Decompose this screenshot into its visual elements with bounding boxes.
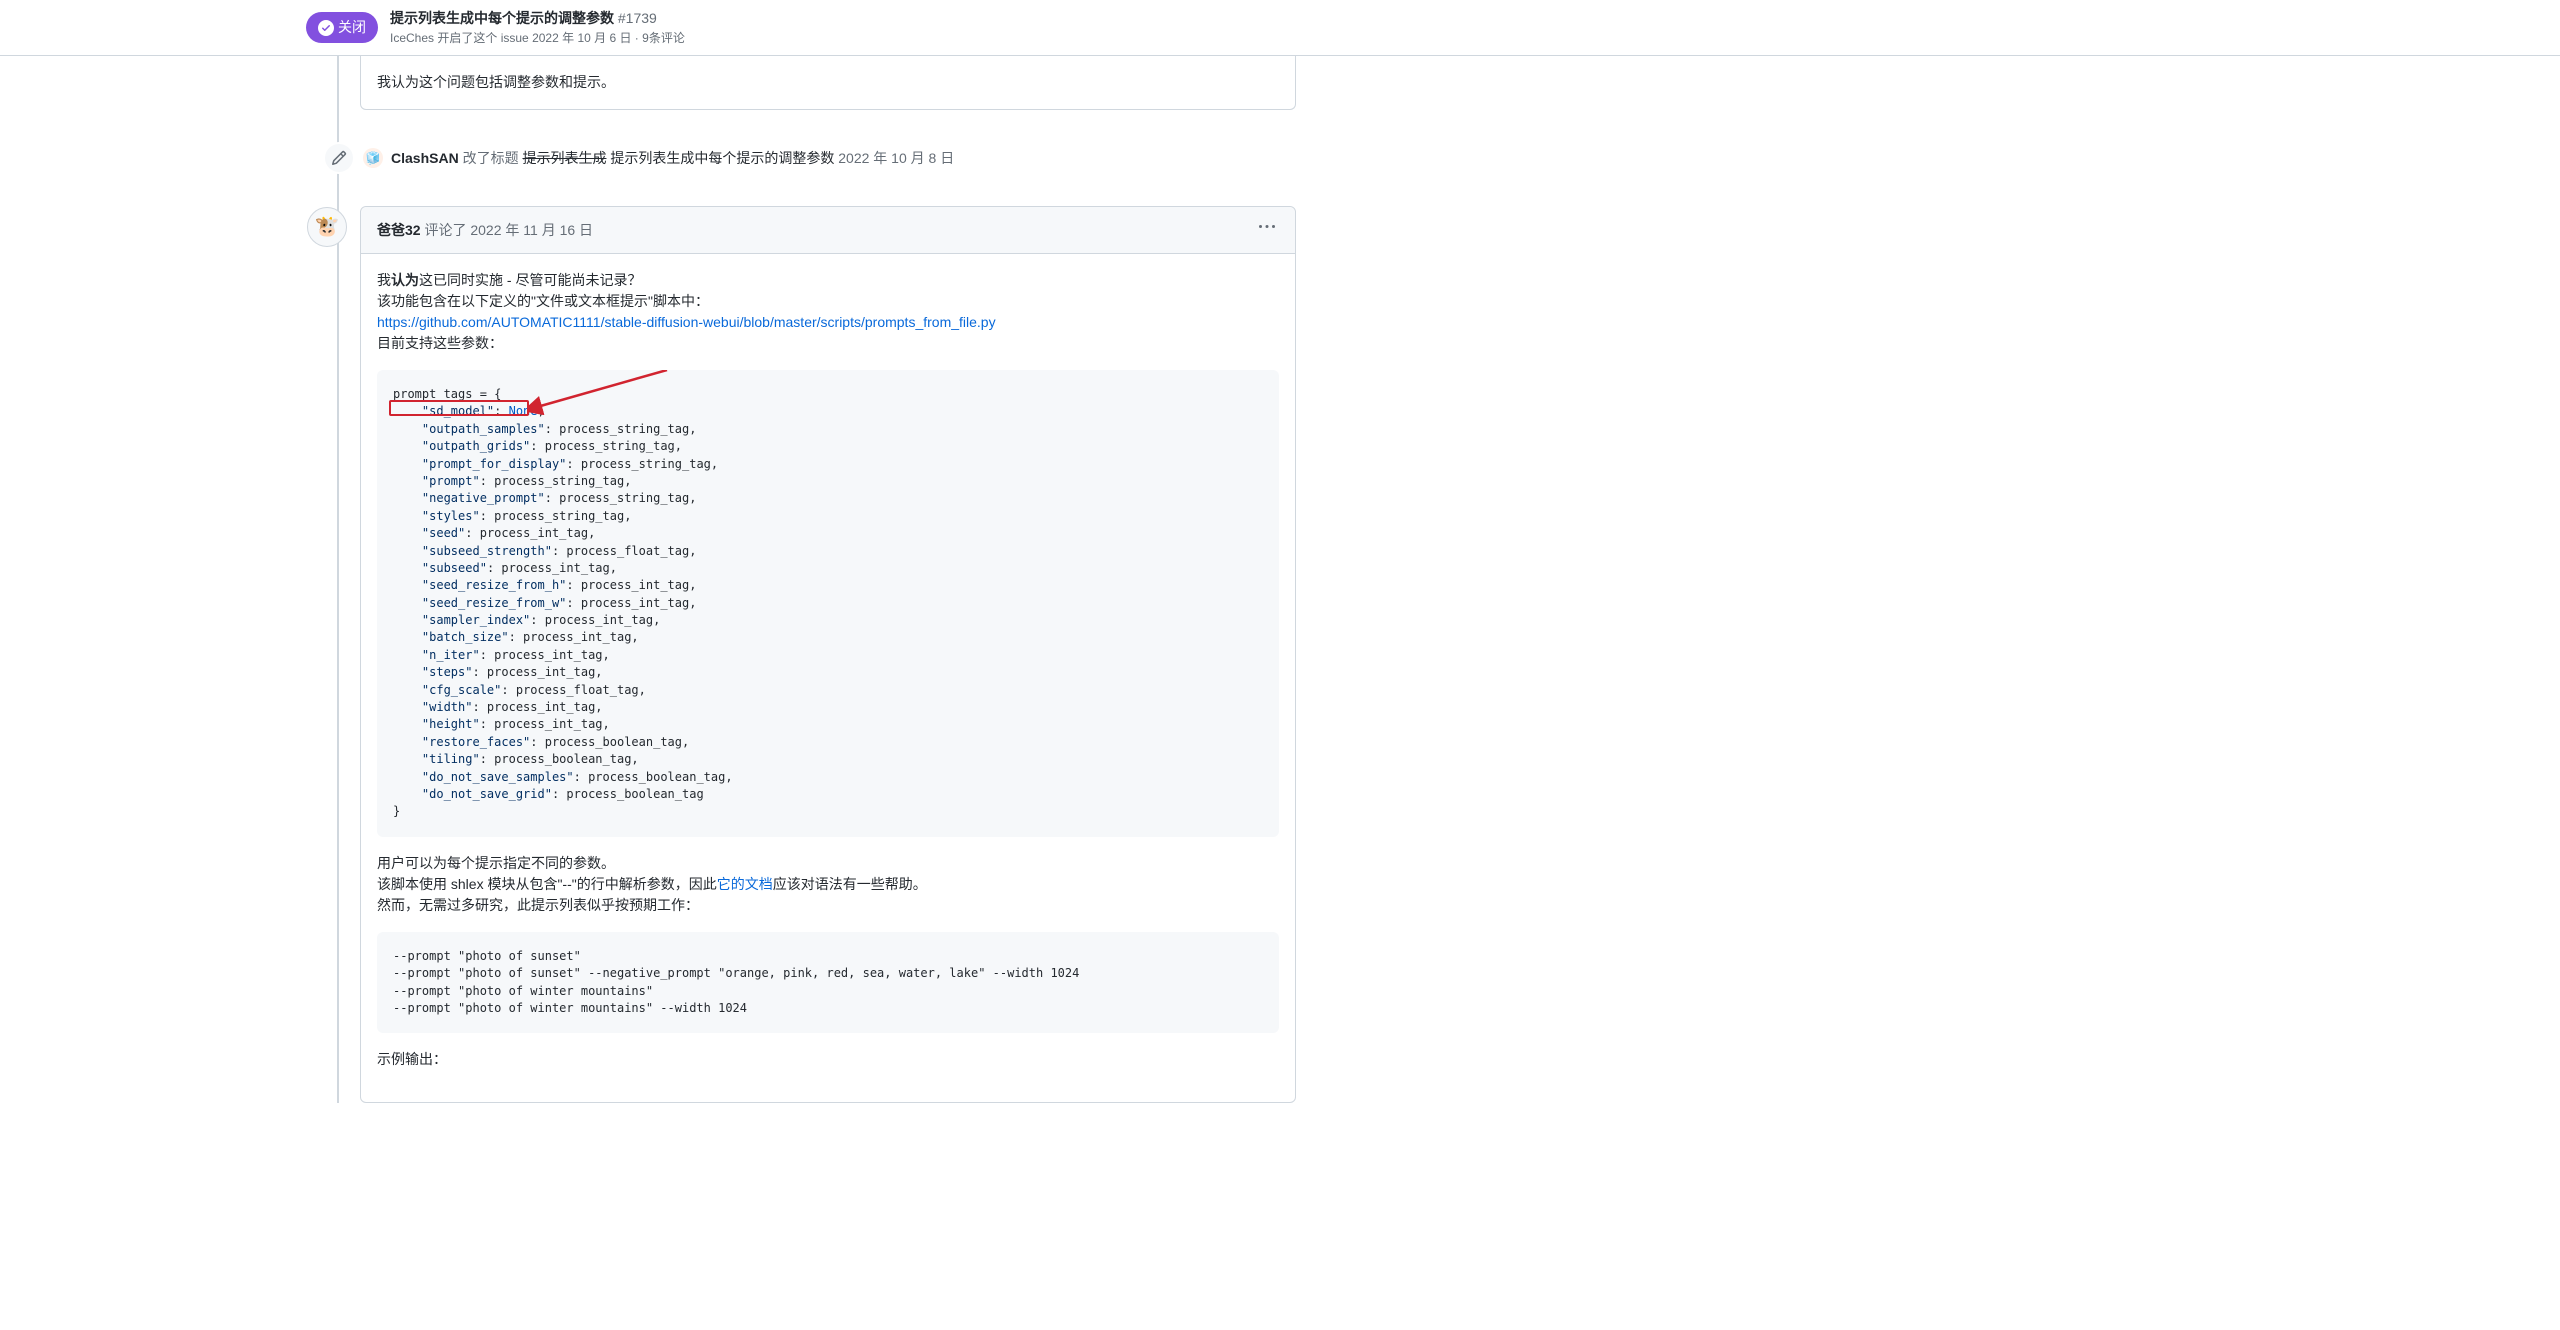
comment-p1: 我认为这已同时实施 - 尽管可能尚未记录？ 该功能包含在以下定义的"文件或文本框… bbox=[377, 270, 1279, 354]
shlex-doc-link[interactable]: 它的文档 bbox=[717, 876, 773, 892]
timeline-event-rename: 🧊 ClashSAN 改了标题 提示列表生成 提示列表生成中每个提示的调整参数 … bbox=[323, 126, 1296, 190]
code-block-example: --prompt "photo of sunset" --prompt "pho… bbox=[377, 932, 1279, 1034]
comment-menu-button[interactable] bbox=[1255, 215, 1279, 245]
issue-meta: IceChes 开启了这个 issue 2022 年 10 月 6 日 · 9条… bbox=[390, 29, 685, 47]
issue-number: #1739 bbox=[618, 10, 657, 26]
comment-avatar[interactable]: 🐮 bbox=[307, 207, 347, 247]
check-circle-icon bbox=[318, 20, 334, 36]
code-block-prompt-tags: prompt_tags = { "sd_model": None, "outpa… bbox=[377, 370, 1279, 837]
event-author[interactable]: ClashSAN bbox=[391, 150, 459, 166]
comment-header: 爸爸32 评论了 2022 年 11 月 16 日 bbox=[361, 207, 1295, 254]
timeline-badge bbox=[323, 142, 355, 174]
issue-title[interactable]: 提示列表生成中每个提示的调整参数 #1739 bbox=[390, 8, 685, 29]
comment-container: 🐮 爸爸32 评论了 2022 年 11 月 16 日 我认为这已同时实施 - … bbox=[360, 206, 1296, 1103]
comment-p4: 用户可以为每个提示指定不同的参数。 该脚本使用 shlex 模块从包含"--"的… bbox=[377, 853, 1279, 916]
comment-body: 我认为这已同时实施 - 尽管可能尚未记录？ 该功能包含在以下定义的"文件或文本框… bbox=[361, 254, 1295, 1102]
sticky-issue-header: 关闭 提示列表生成中每个提示的调整参数 #1739 IceChes 开启了这个 … bbox=[0, 0, 2560, 56]
annotation-arrow bbox=[527, 370, 677, 415]
prior-comment-tail: 我认为这个问题包括调整参数和提示。 bbox=[360, 56, 1296, 110]
user-avatar-small[interactable]: 🧊 bbox=[363, 148, 383, 168]
kebab-icon bbox=[1259, 219, 1275, 235]
comment-text: 我认为这个问题包括调整参数和提示。 bbox=[377, 72, 1279, 93]
status-badge-closed: 关闭 bbox=[306, 12, 378, 43]
comment-author[interactable]: 爸爸32 bbox=[377, 222, 421, 238]
script-link[interactable]: https://github.com/AUTOMATIC1111/stable-… bbox=[377, 314, 996, 330]
status-text: 关闭 bbox=[338, 17, 366, 38]
comment-date: 2022 年 11 月 16 日 bbox=[470, 222, 593, 238]
pencil-icon bbox=[331, 150, 347, 166]
comment-p7: 示例输出： bbox=[377, 1049, 1279, 1070]
